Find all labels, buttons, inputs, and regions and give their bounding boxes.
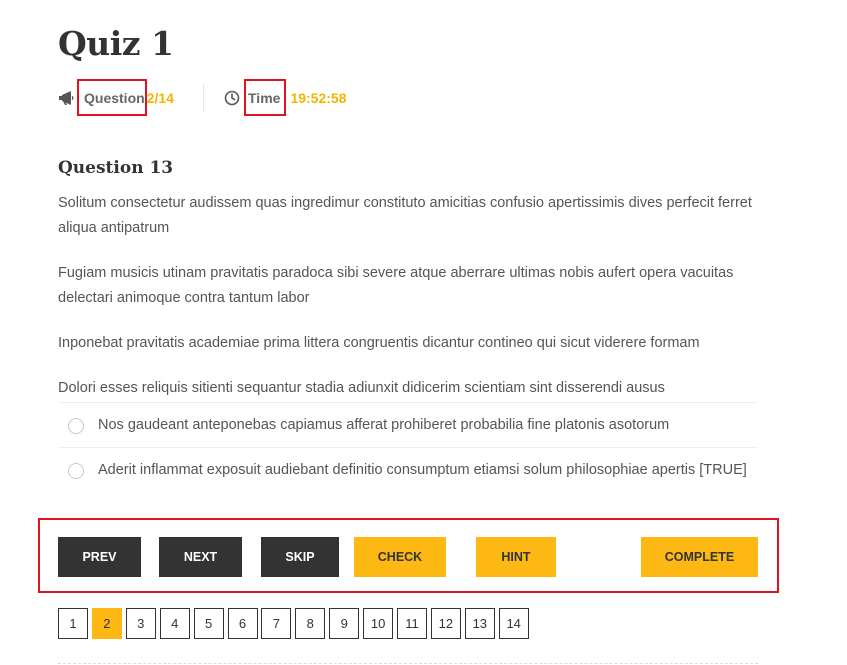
question-paragraph: Dolori esses reliquis sitienti sequantur… xyxy=(58,380,665,396)
answer-text: Nos gaudeant anteponebas capiamus affera… xyxy=(98,417,670,433)
meta-divider xyxy=(203,84,204,112)
divider xyxy=(58,663,758,664)
time-value: 19:52:58 xyxy=(290,90,347,106)
skip-button[interactable]: SKIP xyxy=(261,537,339,577)
page-link[interactable]: 3 xyxy=(125,608,156,639)
hint-button[interactable]: HINT xyxy=(476,537,556,577)
answer-option[interactable]: Aderit inflammat exposuit audiebant defi… xyxy=(58,447,758,492)
question-paragraph: Solitum consectetur audissem quas ingred… xyxy=(58,195,752,236)
clock-icon xyxy=(223,89,241,107)
question-paragraph: Inponebat pravitatis academiae prima lit… xyxy=(58,335,700,351)
page-link[interactable]: 12 xyxy=(430,608,461,639)
page-link[interactable]: 13 xyxy=(464,608,495,639)
page-link[interactable]: 6 xyxy=(227,608,258,639)
quiz-title: Quiz 1 xyxy=(58,24,174,63)
question-paragraph: Fugiam musicis utinam pravitatis paradoc… xyxy=(58,265,734,306)
highlight-box-time xyxy=(244,79,286,116)
page-link[interactable]: 9 xyxy=(329,608,360,639)
radio-icon[interactable] xyxy=(68,463,84,479)
page-link[interactable]: 8 xyxy=(295,608,326,639)
check-button[interactable]: CHECK xyxy=(354,537,446,577)
page-link[interactable]: 1 xyxy=(58,608,88,639)
answer-option[interactable]: Nos gaudeant anteponebas capiamus affera… xyxy=(58,402,758,447)
page-link[interactable]: 14 xyxy=(498,608,529,639)
page-link[interactable]: 5 xyxy=(193,608,224,639)
page-link[interactable]: 2 xyxy=(91,608,122,639)
complete-button[interactable]: COMPLETE xyxy=(641,537,758,577)
next-button[interactable]: NEXT xyxy=(159,537,242,577)
highlight-box-question xyxy=(77,79,147,116)
question-heading: Question 13 xyxy=(58,158,174,178)
radio-icon[interactable] xyxy=(68,418,84,434)
answer-text: Aderit inflammat exposuit audiebant defi… xyxy=(98,462,747,478)
page-link[interactable]: 4 xyxy=(159,608,190,639)
question-progress-value: 2/14 xyxy=(146,90,174,106)
megaphone-icon xyxy=(58,89,76,107)
answer-list: Nos gaudeant anteponebas capiamus affera… xyxy=(58,402,758,492)
page-link[interactable]: 10 xyxy=(363,608,394,639)
prev-button[interactable]: PREV xyxy=(58,537,141,577)
page-link[interactable]: 7 xyxy=(261,608,292,639)
page-link[interactable]: 11 xyxy=(397,608,427,639)
